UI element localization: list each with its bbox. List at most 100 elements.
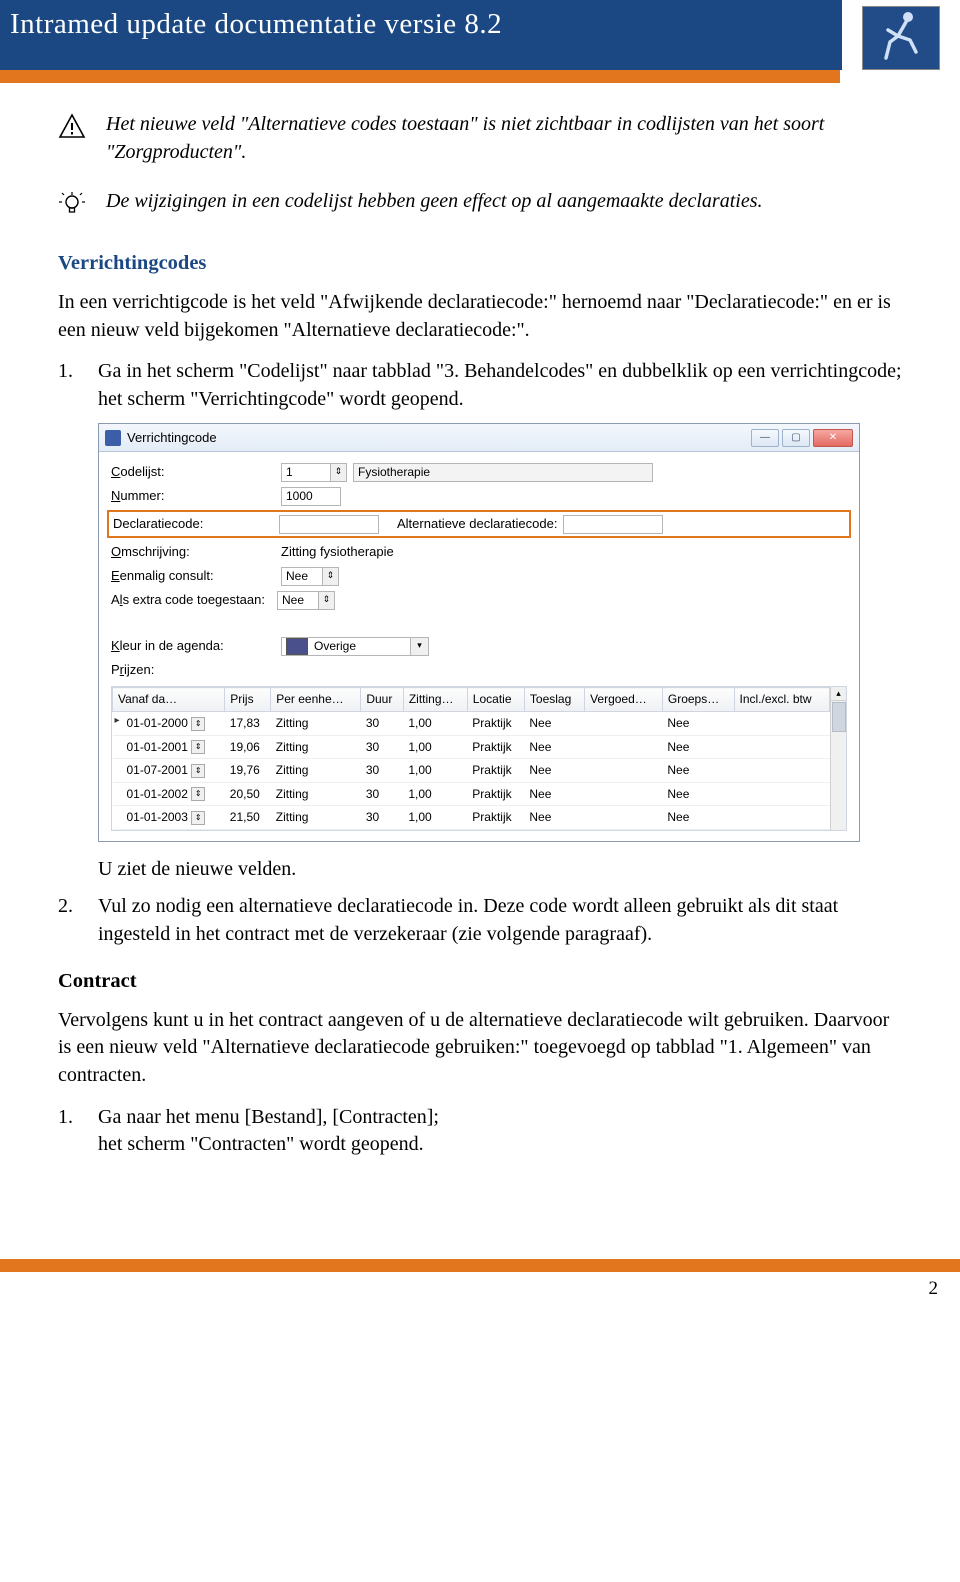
warning-note: Het nieuwe veld "Alternatieve codes toes…	[58, 111, 902, 166]
step-number: 2.	[58, 893, 98, 948]
table-row[interactable]: 01-01-2003 ⇕21,50Zitting301,00PraktijkNe…	[113, 806, 830, 830]
table-cell	[585, 711, 663, 735]
table-cell: Nee	[662, 735, 734, 759]
table-cell: 1,00	[403, 782, 467, 806]
steps-after-image: U ziet de nieuwe velden. 2. Vul zo nodig…	[58, 856, 902, 949]
page-header: Intramed update documentatie versie 8.2	[0, 0, 960, 70]
maximize-button[interactable]: ▢	[782, 429, 810, 447]
dialog-title: Verrichtingcode	[127, 429, 751, 447]
table-cell: 30	[361, 735, 404, 759]
input-eenmalig[interactable]	[281, 567, 323, 586]
brand-logo	[862, 6, 940, 70]
table-cell: 1,00	[403, 759, 467, 783]
table-cell: 1,00	[403, 735, 467, 759]
col-btw[interactable]: Incl./excl. btw	[734, 688, 830, 712]
table-cell	[734, 735, 830, 759]
dialog-titlebar: Verrichtingcode — ▢ ✕	[99, 424, 859, 452]
input-declaratiecode[interactable]	[279, 515, 379, 534]
table-cell: 21,50	[225, 806, 271, 830]
spin-button[interactable]: ⇕	[323, 567, 339, 586]
tip-note: De wijzigingen in een codelijst hebben g…	[58, 188, 902, 227]
label-eenmalig: Eenmalig consult:	[111, 567, 281, 585]
page-title: Intramed update documentatie versie 8.2	[0, 0, 842, 70]
table-row[interactable]: 01-01-2000 ⇕17,83Zitting301,00PraktijkNe…	[113, 711, 830, 735]
value-omschrijving: Zitting fysiotherapie	[281, 543, 394, 561]
col-prijs[interactable]: Prijs	[225, 688, 271, 712]
lightbulb-icon	[58, 188, 92, 227]
label-omschrijving: Omschrijving:	[111, 543, 281, 561]
table-cell: Nee	[524, 735, 584, 759]
table-cell	[585, 759, 663, 783]
table-cell: Nee	[662, 759, 734, 783]
table-cell: Zitting	[271, 711, 361, 735]
step-text: Vul zo nodig een alternatieve declaratie…	[98, 893, 902, 948]
table-cell: Nee	[524, 806, 584, 830]
table-cell: 01-01-2000 ⇕	[113, 711, 225, 735]
table-cell: 01-01-2002 ⇕	[113, 782, 225, 806]
col-vergoed[interactable]: Vergoed…	[585, 688, 663, 712]
col-duur[interactable]: Duur	[361, 688, 404, 712]
input-nummer[interactable]	[281, 487, 341, 506]
table-cell	[585, 735, 663, 759]
scrollbar[interactable]: ▴	[830, 687, 846, 829]
table-cell: 30	[361, 806, 404, 830]
table-row[interactable]: 01-01-2001 ⇕19,06Zitting301,00PraktijkNe…	[113, 735, 830, 759]
dialog-verrichtingcode: Verrichtingcode — ▢ ✕ Codelijst: ⇕ Numme…	[98, 423, 860, 841]
col-toeslag[interactable]: Toeslag	[524, 688, 584, 712]
table-cell: 01-01-2001 ⇕	[113, 735, 225, 759]
table-cell	[734, 711, 830, 735]
table-cell: 17,83	[225, 711, 271, 735]
table-cell: Praktijk	[467, 806, 524, 830]
col-locatie[interactable]: Locatie	[467, 688, 524, 712]
dropdown-button[interactable]: ▾	[411, 637, 429, 656]
warning-icon	[58, 111, 92, 166]
table-cell: 19,76	[225, 759, 271, 783]
table-row[interactable]: 01-07-2001 ⇕19,76Zitting301,00PraktijkNe…	[113, 759, 830, 783]
label-prijzen: Prijzen:	[111, 661, 281, 679]
input-alt-declaratiecode[interactable]	[563, 515, 663, 534]
input-codelijst[interactable]	[281, 463, 331, 482]
col-zitting[interactable]: Zitting…	[403, 688, 467, 712]
app-icon	[105, 430, 121, 446]
section-heading-verrichtingcodes: Verrichtingcodes	[58, 249, 902, 277]
spin-button[interactable]: ⇕	[319, 591, 335, 610]
table-cell	[734, 782, 830, 806]
table-cell: Zitting	[271, 806, 361, 830]
table-cell: 30	[361, 711, 404, 735]
col-per[interactable]: Per eenhe…	[271, 688, 361, 712]
table-cell: Praktijk	[467, 782, 524, 806]
warning-text: Het nieuwe veld "Alternatieve codes toes…	[106, 111, 902, 166]
table-cell	[734, 759, 830, 783]
input-als-extra[interactable]	[277, 591, 319, 610]
table-cell: Nee	[524, 759, 584, 783]
table-cell: 30	[361, 759, 404, 783]
table-cell: 20,50	[225, 782, 271, 806]
highlighted-fields: Declaratiecode: Alternatieve declaratiec…	[107, 510, 851, 538]
table-prijzen: Vanaf da… Prijs Per eenhe… Duur Zitting……	[112, 687, 830, 829]
table-cell: Nee	[662, 782, 734, 806]
table-row[interactable]: 01-01-2002 ⇕20,50Zitting301,00PraktijkNe…	[113, 782, 830, 806]
spin-button[interactable]: ⇕	[331, 463, 347, 482]
table-cell: 1,00	[403, 711, 467, 735]
steps-contract: 1. Ga naar het menu [Bestand], [Contract…	[58, 1104, 902, 1159]
footer-divider	[0, 1259, 960, 1272]
table-cell: Nee	[524, 711, 584, 735]
section-heading-contract: Contract	[58, 967, 902, 995]
col-groeps[interactable]: Groeps…	[662, 688, 734, 712]
runner-icon	[876, 8, 926, 68]
page-content: Het nieuwe veld "Alternatieve codes toes…	[0, 83, 960, 1179]
minimize-button[interactable]: —	[751, 429, 779, 447]
table-cell: 01-01-2003 ⇕	[113, 806, 225, 830]
label-codelijst: Codelijst:	[111, 463, 281, 481]
step-text: Ga in het scherm "Codelijst" naar tabbla…	[98, 358, 902, 413]
tip-text: De wijzigingen in een codelijst hebben g…	[106, 188, 762, 227]
table-cell: 19,06	[225, 735, 271, 759]
close-button[interactable]: ✕	[813, 429, 853, 447]
table-cell: Zitting	[271, 782, 361, 806]
table-cell: 01-07-2001 ⇕	[113, 759, 225, 783]
table-cell: 1,00	[403, 806, 467, 830]
table-cell: Zitting	[271, 735, 361, 759]
col-vanaf[interactable]: Vanaf da…	[113, 688, 225, 712]
label-als-extra: Als extra code toegestaan:	[111, 591, 281, 609]
table-cell: Zitting	[271, 759, 361, 783]
